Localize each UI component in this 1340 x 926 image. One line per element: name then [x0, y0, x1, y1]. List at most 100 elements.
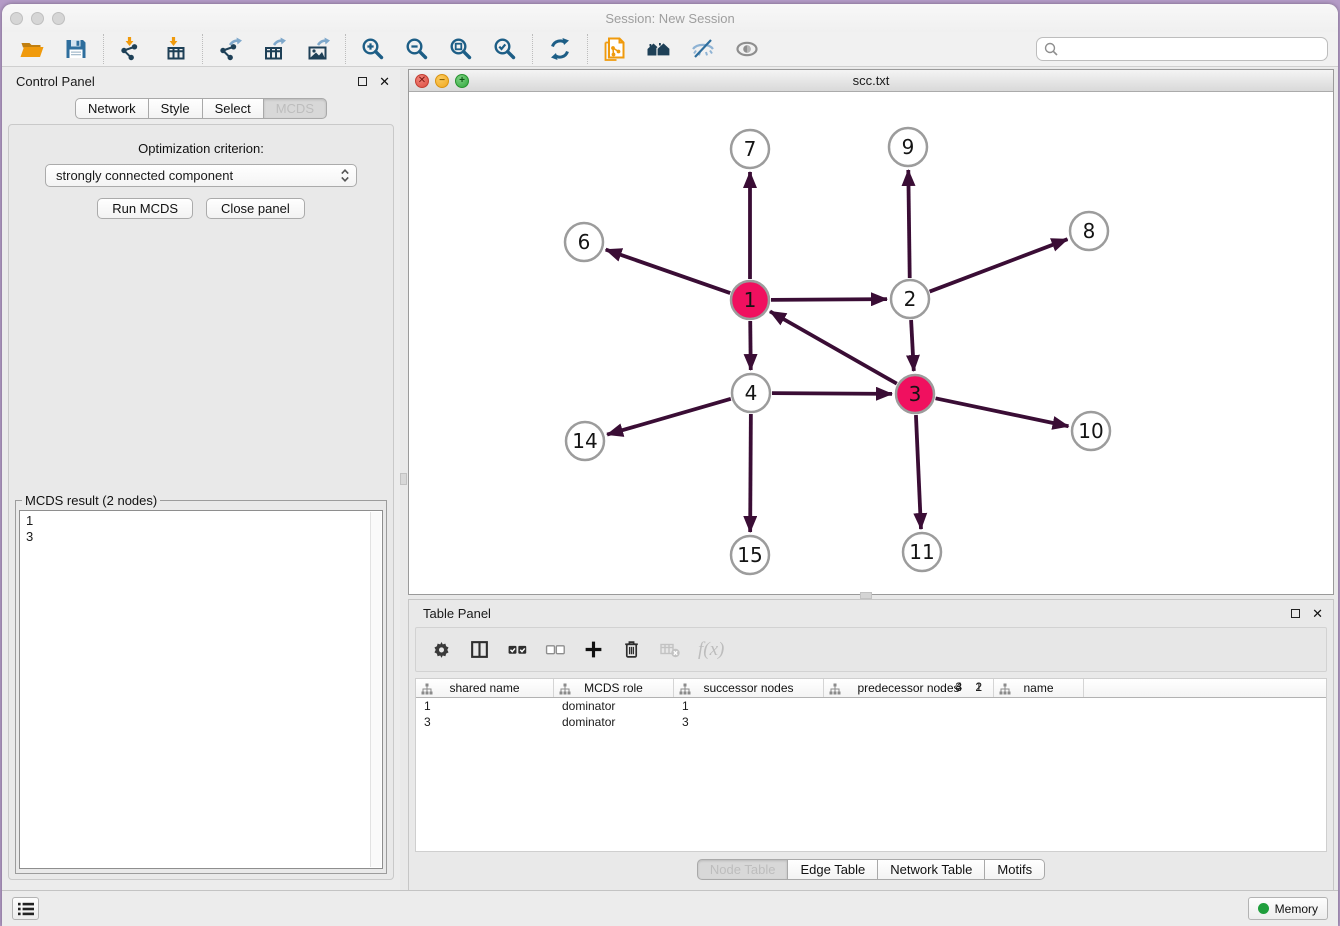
svg-text:7: 7 — [744, 137, 757, 161]
column-header-MCDS-role[interactable]: MCDS role — [554, 679, 674, 697]
show-columns-button[interactable] — [469, 639, 490, 660]
import-network-button[interactable] — [109, 33, 153, 65]
zoom-selected-button[interactable] — [483, 33, 527, 65]
graph-edge-3-11[interactable] — [916, 415, 921, 529]
open-session-button[interactable] — [10, 33, 54, 65]
deselect-all-columns-button[interactable] — [545, 639, 566, 660]
graph-edge-2-3[interactable] — [911, 320, 914, 371]
toolbar-separator — [587, 34, 588, 64]
search-input[interactable] — [1063, 42, 1321, 57]
apply-layout-button[interactable] — [538, 33, 582, 65]
result-scrollbar[interactable] — [370, 512, 381, 867]
graph-node-3[interactable]: 3 — [896, 375, 934, 413]
apply-function-button-disabled: f(x) — [698, 639, 724, 661]
network-canvas[interactable]: 7 9 6 8 1 2 4 3 14 10 15 11 — [409, 92, 1333, 594]
svg-text:6: 6 — [578, 230, 591, 254]
add-column-button[interactable] — [583, 639, 604, 660]
column-header-successor-nodes[interactable]: successor nodes — [674, 679, 824, 697]
network-window-title: scc.txt — [409, 73, 1333, 88]
zoom-fit-button[interactable] — [439, 33, 483, 65]
graph-edge-2-8[interactable] — [930, 239, 1068, 291]
main-area: Control Panel ✕ NetworkStyleSelectMCDS O… — [2, 68, 1338, 890]
svg-text:1: 1 — [744, 288, 757, 312]
graph-node-10[interactable]: 10 — [1072, 412, 1110, 450]
graph-edge-4-14[interactable] — [607, 399, 731, 435]
table-tabs: Node TableEdge TableNetwork TableMotifs — [409, 852, 1333, 886]
table-cell[interactable]: 3 — [674, 714, 764, 730]
tab-node-table[interactable]: Node Table — [697, 859, 789, 880]
graph-edge-3-10[interactable] — [936, 398, 1069, 426]
table-panel-float-button[interactable] — [1291, 609, 1300, 618]
table-cell[interactable]: 2 — [822, 679, 992, 851]
tab-network[interactable]: Network — [75, 98, 149, 119]
graph-edge-1-6[interactable] — [606, 250, 730, 293]
tab-motifs[interactable]: Motifs — [985, 859, 1045, 880]
save-session-button[interactable] — [54, 33, 98, 65]
table-cell[interactable]: dominator — [554, 714, 674, 730]
table-panel-close-button[interactable]: ✕ — [1312, 607, 1323, 620]
table-cell[interactable]: 3 — [416, 714, 554, 730]
control-panel-float-button[interactable] — [358, 77, 367, 86]
zoom-fit-icon — [448, 36, 474, 62]
zoom-out-button[interactable] — [395, 33, 439, 65]
graph-node-15[interactable]: 15 — [731, 536, 769, 574]
task-history-button[interactable] — [12, 897, 39, 920]
import-table-button[interactable] — [153, 33, 197, 65]
graph-node-11[interactable]: 11 — [903, 533, 941, 571]
export-table-button[interactable] — [252, 33, 296, 65]
tab-network-table[interactable]: Network Table — [878, 859, 985, 880]
vertical-splitter[interactable] — [400, 68, 408, 890]
checked-boxes-icon — [507, 639, 528, 660]
show-graphics-details-button[interactable] — [725, 33, 769, 65]
splitter-grip[interactable] — [860, 592, 872, 599]
graph-node-4[interactable]: 4 — [732, 374, 770, 412]
optimization-select[interactable]: strongly connected component — [45, 164, 357, 187]
mcds-result-textarea[interactable]: 1 3 — [19, 510, 383, 869]
graph-node-6[interactable]: 6 — [565, 223, 603, 261]
zoom-in-button[interactable] — [351, 33, 395, 65]
graph-node-7[interactable]: 7 — [731, 130, 769, 168]
delete-table-icon — [659, 639, 681, 660]
table-row[interactable]: 3dominator323 — [416, 714, 1326, 730]
graph-edge-3-1[interactable] — [770, 311, 897, 383]
new-network-from-selection-button[interactable] — [593, 33, 637, 65]
graph-edge-1-2[interactable] — [771, 299, 887, 300]
control-panel-title: Control Panel — [16, 74, 358, 89]
select-all-columns-button[interactable] — [507, 639, 528, 660]
graph-edge-4-3[interactable] — [772, 393, 892, 394]
table-cell[interactable]: 1 — [416, 698, 554, 714]
table-cell[interactable]: dominator — [554, 698, 674, 714]
graph-node-2[interactable]: 2 — [891, 280, 929, 318]
graph-edge-2-9[interactable] — [908, 170, 909, 278]
graph-node-9[interactable]: 9 — [889, 128, 927, 166]
memory-button[interactable]: Memory — [1248, 897, 1328, 920]
control-panel: Control Panel ✕ NetworkStyleSelectMCDS O… — [2, 68, 400, 890]
graph-node-8[interactable]: 8 — [1070, 212, 1108, 250]
search-icon — [1043, 41, 1059, 57]
graph-edge-1-4[interactable] — [750, 321, 751, 370]
table-mode-button[interactable] — [431, 639, 452, 660]
splitter-grip[interactable] — [400, 473, 407, 485]
graph-edge-4-15[interactable] — [750, 414, 751, 532]
column-header-shared-name[interactable]: shared name — [416, 679, 554, 697]
tab-mcds[interactable]: MCDS — [264, 98, 327, 119]
main-toolbar — [2, 32, 1338, 67]
toolbar-separator — [103, 34, 104, 64]
control-panel-close-button[interactable]: ✕ — [379, 75, 390, 88]
tab-style[interactable]: Style — [149, 98, 203, 119]
export-image-button[interactable] — [296, 33, 340, 65]
export-network-button[interactable] — [208, 33, 252, 65]
graph-node-1[interactable]: 1 — [731, 281, 769, 319]
run-mcds-button[interactable]: Run MCDS — [97, 198, 193, 219]
table-panel: Table Panel ✕ — [408, 599, 1334, 890]
table-cell[interactable]: 1 — [674, 698, 764, 714]
tab-edge-table[interactable]: Edge Table — [788, 859, 878, 880]
show-network-overview-button[interactable] — [637, 33, 681, 65]
tab-select[interactable]: Select — [203, 98, 264, 119]
trash-icon — [621, 639, 642, 660]
delete-column-button[interactable] — [621, 639, 642, 660]
close-panel-button[interactable]: Close panel — [206, 198, 305, 219]
graph-node-14[interactable]: 14 — [566, 422, 604, 460]
column-header-name[interactable]: name — [994, 679, 1084, 697]
hide-graphics-details-button[interactable] — [681, 33, 725, 65]
